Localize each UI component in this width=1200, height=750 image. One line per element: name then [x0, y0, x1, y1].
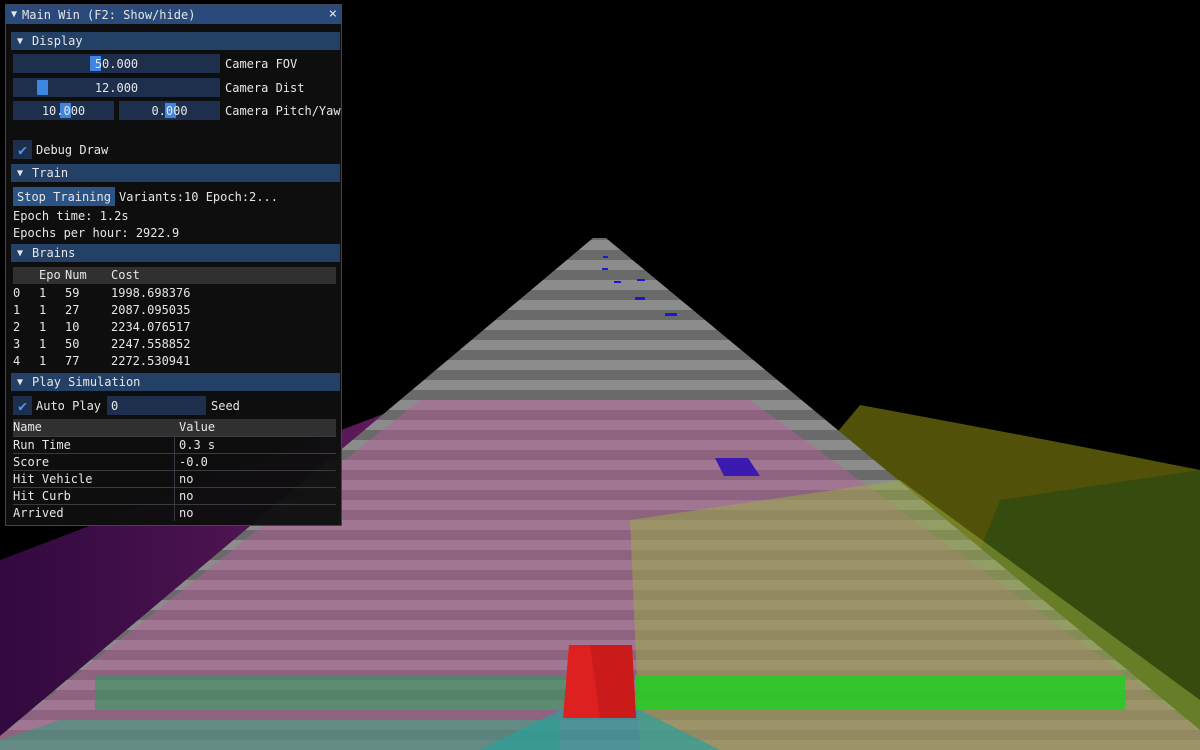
auto-play-label: Auto Play [36, 399, 102, 413]
camera-fov-slider[interactable]: 50.000 [13, 54, 220, 73]
table-row[interactable]: 0 1 59 1998.698376 [13, 285, 336, 302]
cell: 2087.095035 [111, 303, 191, 317]
display-header-label: Display [32, 34, 83, 48]
obstacle-vehicle [665, 313, 677, 316]
train-status: Variants:10 Epoch:2... [119, 190, 278, 204]
cell: 1 [39, 303, 47, 317]
brains-table-header: Epo Num Cost [13, 267, 336, 284]
camera-dist-value: 12.000 [94, 80, 139, 95]
play-simulation-header-label: Play Simulation [32, 375, 141, 389]
column-header: Num [65, 268, 87, 282]
epochs-per-hour: Epochs per hour: 2922.9 [13, 226, 180, 240]
cell: 0 [13, 286, 21, 300]
cell: 10 [65, 320, 80, 334]
cell: 4 [13, 354, 21, 368]
stat-name: Arrived [13, 506, 64, 520]
obstacle-vehicle [602, 268, 608, 270]
check-icon: ✔ [17, 140, 28, 159]
stat-name: Run Time [13, 438, 71, 452]
display-header[interactable]: ▼ Display [11, 32, 340, 50]
camera-pitch-value: 10.000 [41, 103, 86, 118]
collapse-icon: ▼ [17, 247, 24, 259]
auto-play-checkbox[interactable]: ✔ [13, 396, 32, 415]
play-simulation-header[interactable]: ▼ Play Simulation [11, 373, 340, 391]
table-row: Hit Vehicle no [13, 470, 336, 487]
stats-table-header: Name Value [13, 419, 336, 436]
check-icon: ✔ [17, 396, 28, 415]
train-header[interactable]: ▼ Train [11, 164, 340, 182]
obstacle-vehicle [614, 281, 621, 283]
cell: 2272.530941 [111, 354, 191, 368]
cell: 50 [65, 337, 80, 351]
obstacle-vehicle [635, 297, 645, 300]
cell: 3 [13, 337, 21, 351]
table-row: Score -0.0 [13, 453, 336, 470]
column-header: Cost [111, 268, 140, 282]
camera-dist-slider[interactable]: 12.000 [13, 78, 220, 97]
cell: 27 [65, 303, 80, 317]
obstacle-vehicle [637, 279, 645, 281]
table-row: Hit Curb no [13, 487, 336, 504]
cell: 1 [13, 303, 21, 317]
stat-value: no [179, 489, 194, 503]
table-row: Arrived no [13, 504, 336, 521]
table-row[interactable]: 4 1 77 2272.530941 [13, 353, 336, 370]
camera-yaw-value: 0.000 [151, 103, 188, 118]
column-header: Epo [39, 268, 61, 282]
cell: 1 [39, 286, 47, 300]
debug-draw-checkbox[interactable]: ✔ [13, 140, 32, 159]
slider-grab[interactable] [37, 80, 48, 95]
camera-fov-label: Camera FOV [225, 57, 298, 71]
stat-name: Hit Curb [13, 489, 71, 503]
cell: 1 [39, 354, 47, 368]
seed-label: Seed [211, 399, 240, 413]
camera-yaw-slider[interactable]: 0.000 [119, 101, 220, 120]
stat-name: Score [13, 455, 50, 469]
cell: 2247.558852 [111, 337, 191, 351]
stat-value: no [179, 506, 194, 520]
cell: 1 [39, 320, 47, 334]
close-icon[interactable]: × [329, 6, 337, 22]
camera-fov-value: 50.000 [94, 56, 139, 71]
camera-pitch-yaw-label: Camera Pitch/Yaw [225, 104, 341, 118]
table-row[interactable]: 1 1 27 2087.095035 [13, 302, 336, 319]
table-row[interactable]: 3 1 50 2247.558852 [13, 336, 336, 353]
camera-dist-label: Camera Dist [225, 81, 305, 95]
brains-header[interactable]: ▼ Brains [11, 244, 340, 262]
cell: 2234.076517 [111, 320, 191, 334]
train-header-label: Train [32, 166, 69, 180]
collapse-icon: ▼ [17, 167, 24, 179]
debug-draw-label: Debug Draw [36, 143, 109, 157]
cell: 59 [65, 286, 80, 300]
camera-pitch-slider[interactable]: 10.000 [13, 101, 114, 120]
obstacle-vehicle [603, 256, 608, 258]
table-row[interactable]: 2 1 10 2234.076517 [13, 319, 336, 336]
stat-value: -0.0 [179, 455, 208, 469]
stat-value: no [179, 472, 194, 486]
column-header: Name [13, 420, 42, 434]
stat-name: Hit Vehicle [13, 472, 93, 486]
cell: 77 [65, 354, 80, 368]
epoch-time: Epoch time: 1.2s [13, 209, 129, 223]
stop-training-button[interactable]: Stop Training [13, 187, 115, 206]
collapse-icon: ▼ [17, 35, 24, 47]
cell: 1 [39, 337, 47, 351]
collapse-icon[interactable]: ▼ [11, 9, 17, 20]
cell: 2 [13, 320, 21, 334]
stat-value: 0.3 s [179, 438, 216, 452]
window-title: Main Win (F2: Show/hide) [22, 7, 196, 22]
brains-header-label: Brains [32, 246, 76, 260]
collapse-icon: ▼ [17, 376, 24, 388]
seed-input[interactable]: 0 [107, 396, 206, 415]
column-header: Value [179, 420, 216, 434]
main-window[interactable]: ▼ Main Win (F2: Show/hide) × ▼ Display 5… [5, 4, 342, 526]
table-row: Run Time 0.3 s [13, 436, 336, 453]
window-title-bar[interactable]: ▼ Main Win (F2: Show/hide) × [6, 5, 341, 24]
cell: 1998.698376 [111, 286, 191, 300]
